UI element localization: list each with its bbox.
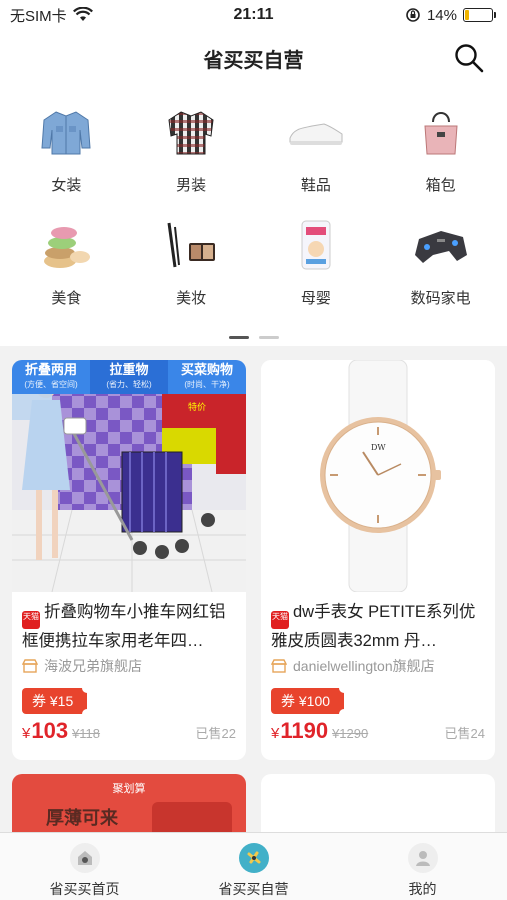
shop-row[interactable]: 海波兄弟旗舰店 [12, 650, 246, 678]
price-row: ¥103 ¥118 已售22 [12, 714, 246, 744]
tab-home[interactable]: 省买买首页 [0, 833, 169, 900]
store-icon [238, 843, 269, 873]
price: ¥103 [22, 718, 69, 743]
tab-label: 省买买自营 [218, 881, 289, 897]
shop-name: 海波兄弟旗舰店 [44, 658, 142, 674]
sneaker-icon [284, 100, 348, 164]
home-icon [69, 843, 100, 873]
sold-count: 已售24 [444, 726, 485, 741]
product-card[interactable]: 特价 折叠两用 (方便、省空间) 拉重物 (省力、轻松) 买菜购物 (时尚、干净) 天… [12, 360, 246, 760]
carrier-label: 无SIM卡 [10, 7, 67, 25]
gamepad-icon [409, 213, 473, 277]
plaid-shirt-icon [159, 100, 223, 164]
banner-segment: 买菜购物 (时尚、干净) [168, 360, 246, 394]
category-label: 女装 [51, 177, 82, 194]
category-pager [0, 336, 507, 339]
category-men[interactable]: 男装 [129, 86, 254, 199]
price-row: ¥1190 ¥1290 已售24 [261, 714, 495, 744]
category-label: 母婴 [300, 290, 331, 307]
category-food[interactable]: 美食 [4, 199, 129, 312]
category-grid: 女装 男装 鞋品 箱包 美食 美妆 母婴 数码家电 [0, 86, 507, 312]
category-beauty[interactable]: 美妆 [129, 199, 254, 312]
tab-label: 省买买首页 [49, 881, 120, 897]
shop-row[interactable]: danielwellington旗舰店 [261, 650, 495, 678]
product-card[interactable]: DW 天猫 dw手表女 PETITE系列优雅皮质圆表32mm 丹… danielw… [261, 360, 495, 760]
battery-percent: 14% [426, 6, 457, 24]
tab-bar: 省买买首页 省买买自营 我的 [0, 832, 507, 900]
pager-dot-active[interactable] [228, 336, 249, 339]
product-title: 天猫 折叠购物车小推车网红铝框便携拉车家用老年四… [22, 603, 226, 650]
original-price: ¥118 [72, 726, 101, 741]
tmall-badge-icon: 天猫 [22, 611, 40, 629]
category-label: 数码家电 [410, 290, 471, 307]
wifi-icon [72, 7, 93, 21]
sold-count: 已售22 [195, 726, 236, 741]
diaper-pack-icon [284, 213, 348, 277]
promo-sign-text: 特价 [188, 401, 206, 413]
category-shoes[interactable]: 鞋品 [254, 86, 379, 199]
category-panel: 女装 男装 鞋品 箱包 美食 美妆 母婴 数码家电 [0, 86, 507, 346]
banner-segment: 折叠两用 (方便、省空间) [12, 360, 90, 394]
search-icon[interactable] [453, 42, 485, 74]
category-bags[interactable]: 箱包 [378, 86, 503, 199]
denim-jacket-icon [34, 100, 98, 164]
product-title: 天猫 dw手表女 PETITE系列优雅皮质圆表32mm 丹… [271, 603, 476, 650]
coupon-badge[interactable]: 券 ¥100 [271, 683, 350, 719]
page-title: 省买买自营 [203, 49, 304, 72]
tab-profile[interactable]: 我的 [338, 833, 507, 900]
tab-label: 我的 [408, 881, 437, 897]
product-image: 特价 折叠两用 (方便、省空间) 拉重物 (省力、轻松) 买菜购物 (时尚、干净) [12, 360, 246, 592]
store-icon [22, 659, 38, 673]
pager-dot[interactable] [258, 336, 279, 339]
category-label: 美妆 [176, 290, 207, 307]
battery-icon [463, 8, 496, 22]
category-baby[interactable]: 母婴 [254, 199, 379, 312]
coupon-badge[interactable]: 券 ¥15 [22, 683, 93, 719]
page-header: 省买买自营 [0, 30, 507, 86]
dial-logo: DW [371, 443, 386, 452]
status-bar: 无SIM卡 21:11 14% [0, 0, 507, 30]
status-left: 无SIM卡 [10, 5, 93, 26]
shop-name: danielwellington旗舰店 [293, 658, 435, 674]
category-label: 男装 [176, 177, 207, 194]
makeup-brush-icon [159, 213, 223, 277]
promo-text: 厚薄可来 [46, 808, 118, 828]
tmall-badge-icon: 天猫 [271, 611, 289, 629]
category-label: 箱包 [425, 177, 456, 194]
category-women[interactable]: 女装 [4, 86, 129, 199]
product-image: DW [261, 360, 495, 592]
brand-label: 聚划算 [112, 783, 146, 795]
macaron-icon [34, 213, 98, 277]
category-label: 鞋品 [300, 177, 331, 194]
category-digital[interactable]: 数码家电 [378, 199, 503, 312]
handbag-icon [409, 100, 473, 164]
original-price: ¥1290 [332, 726, 369, 741]
status-right: 14% [405, 6, 496, 24]
tab-store[interactable]: 省买买自营 [169, 833, 338, 900]
profile-icon [407, 843, 438, 873]
product-banner-strip: 折叠两用 (方便、省空间) 拉重物 (省力、轻松) 买菜购物 (时尚、干净) [12, 360, 246, 394]
store-icon [271, 659, 287, 673]
orientation-lock-icon [406, 8, 420, 22]
category-label: 美食 [51, 290, 82, 307]
price: ¥1190 [271, 718, 329, 743]
banner-segment: 拉重物 (省力、轻松) [90, 360, 168, 394]
